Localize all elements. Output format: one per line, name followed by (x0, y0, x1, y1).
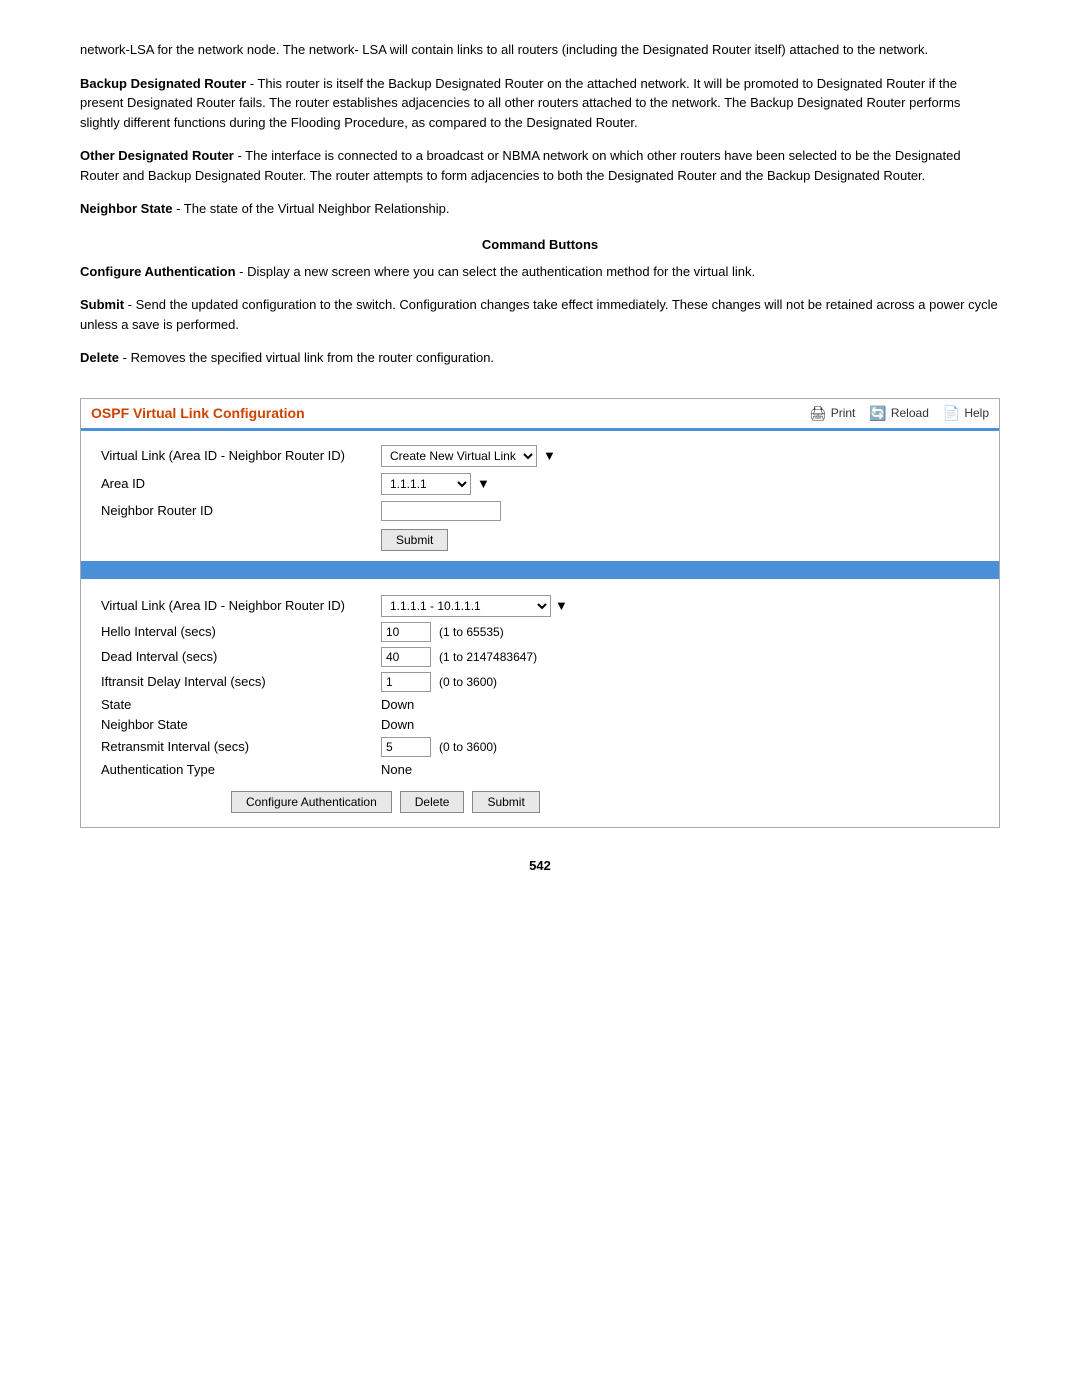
para2: Backup Designated Router - This router i… (80, 74, 1000, 133)
command-buttons-heading: Command Buttons (80, 237, 1000, 252)
neighbor-state-row: Neighbor State Down (101, 717, 979, 732)
delete-desc: Delete - Removes the specified virtual l… (80, 348, 1000, 368)
retransmit-interval-hint: (0 to 3600) (439, 740, 497, 754)
panel-actions: 🖨 Print 🔄 Reload 📄 Help (809, 405, 989, 422)
area-id-label: Area ID (101, 476, 381, 491)
state-row: State Down (101, 697, 979, 712)
para3: Other Designated Router - The interface … (80, 146, 1000, 185)
iftransit-delay-row: Iftransit Delay Interval (secs) (0 to 36… (101, 672, 979, 692)
bottom-buttons: Configure Authentication Delete Submit (101, 791, 979, 813)
top-submit-row: Submit (101, 529, 979, 551)
reload-button[interactable]: 🔄 Reload (869, 405, 928, 422)
retransmit-interval-row: Retransmit Interval (secs) (0 to 3600) (101, 737, 979, 757)
retransmit-interval-input[interactable] (381, 737, 431, 757)
iftransit-delay-hint: (0 to 3600) (439, 675, 497, 689)
submit-desc: Submit - Send the updated configuration … (80, 295, 1000, 334)
iftransit-delay-label: Iftransit Delay Interval (secs) (101, 674, 381, 689)
top-form-section: Virtual Link (Area ID - Neighbor Router … (81, 431, 999, 561)
hello-interval-input[interactable] (381, 622, 431, 642)
area-id-control: 1.1.1.1 ▼ (381, 473, 490, 495)
configure-auth-button[interactable]: Configure Authentication (231, 791, 392, 813)
virtual-link-control: Create New Virtual Link ▼ (381, 445, 556, 467)
neighbor-router-id-row: Neighbor Router ID (101, 501, 979, 521)
vlink-select-row: Virtual Link (Area ID - Neighbor Router … (101, 595, 979, 617)
dead-interval-row: Dead Interval (secs) (1 to 2147483647) (101, 647, 979, 667)
virtual-link-row: Virtual Link (Area ID - Neighbor Router … (101, 445, 979, 467)
auth-type-row: Authentication Type None (101, 762, 979, 777)
area-id-select[interactable]: 1.1.1.1 (381, 473, 471, 495)
print-icon: 🖨 (809, 405, 827, 422)
hello-interval-label: Hello Interval (secs) (101, 624, 381, 639)
virtual-link-select[interactable]: Create New Virtual Link (381, 445, 537, 467)
neighbor-router-id-label: Neighbor Router ID (101, 503, 381, 518)
dead-interval-label: Dead Interval (secs) (101, 649, 381, 664)
neighbor-router-id-input[interactable] (381, 501, 501, 521)
dropdown-arrow: ▼ (543, 448, 556, 463)
area-id-dropdown-arrow: ▼ (477, 476, 490, 491)
panel-header: OSPF Virtual Link Configuration 🖨 Print … (81, 399, 999, 431)
blue-divider (81, 561, 999, 579)
para1: network-LSA for the network node. The ne… (80, 40, 1000, 60)
ospf-panel: OSPF Virtual Link Configuration 🖨 Print … (80, 398, 1000, 828)
panel-title: OSPF Virtual Link Configuration (91, 405, 305, 421)
retransmit-interval-label: Retransmit Interval (secs) (101, 739, 381, 754)
state-label: State (101, 697, 381, 712)
neighbor-state-desc: Neighbor State - The state of the Virtua… (80, 199, 1000, 219)
bottom-form-section: Virtual Link (Area ID - Neighbor Router … (81, 579, 999, 827)
configure-auth-desc: Configure Authentication - Display a new… (80, 262, 1000, 282)
dead-interval-input[interactable] (381, 647, 431, 667)
bottom-submit-button[interactable]: Submit (472, 791, 539, 813)
vlink-select-label: Virtual Link (Area ID - Neighbor Router … (101, 598, 381, 613)
page-number: 542 (80, 858, 1000, 873)
dead-interval-hint: (1 to 2147483647) (439, 650, 537, 664)
help-button[interactable]: 📄 Help (943, 405, 989, 422)
area-id-row: Area ID 1.1.1.1 ▼ (101, 473, 979, 495)
vlink-dropdown-arrow: ▼ (555, 598, 568, 613)
neighbor-state-label: Neighbor State (101, 717, 381, 732)
state-value: Down (381, 697, 414, 712)
iftransit-delay-input[interactable] (381, 672, 431, 692)
virtual-link-label: Virtual Link (Area ID - Neighbor Router … (101, 448, 381, 463)
vlink-dropdown[interactable]: 1.1.1.1 - 10.1.1.1 (381, 595, 551, 617)
help-icon: 📄 (943, 405, 960, 422)
auth-type-label: Authentication Type (101, 762, 381, 777)
delete-button[interactable]: Delete (400, 791, 465, 813)
print-button[interactable]: 🖨 Print (809, 405, 855, 422)
reload-icon: 🔄 (869, 405, 886, 422)
neighbor-state-value: Down (381, 717, 414, 732)
auth-type-value: None (381, 762, 412, 777)
hello-interval-hint: (1 to 65535) (439, 625, 504, 639)
top-submit-button[interactable]: Submit (381, 529, 448, 551)
hello-interval-row: Hello Interval (secs) (1 to 65535) (101, 622, 979, 642)
